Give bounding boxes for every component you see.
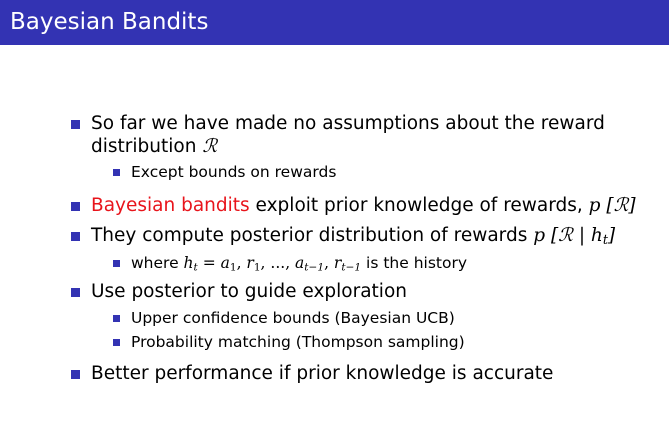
sub-bullet-text: Probability matching (Thompson sampling) <box>131 333 465 351</box>
square-bullet-icon <box>71 232 80 241</box>
square-bullet-icon <box>113 339 120 346</box>
square-bullet-icon <box>113 260 120 267</box>
reward-symbol: ℛ <box>202 136 218 157</box>
bullet-text: So far we have made no assumptions about… <box>91 113 605 134</box>
sub-bullet-thompson: Probability matching (Thompson sampling) <box>113 332 465 352</box>
slide-title: Bayesian Bandits <box>10 9 209 35</box>
bullet-text: Use posterior to guide exploration <box>91 281 407 302</box>
bullet-bayesian-bandits: Bayesian bandits exploit prior knowledge… <box>71 194 636 218</box>
bullet-exploration: Use posterior to guide exploration <box>71 280 407 304</box>
slide: Bayesian Bandits So far we have made no … <box>0 0 669 428</box>
sub-bullet-ucb: Upper confidence bounds (Bayesian UCB) <box>113 308 455 328</box>
math-posterior: p [ℛ | ht] <box>533 225 616 248</box>
sub-bullet-history: where ht = a1, r1, ..., at−1, rt−1 is th… <box>113 253 467 274</box>
bullet-posterior: They compute posterior distribution of r… <box>71 224 616 248</box>
square-bullet-icon <box>71 120 80 129</box>
highlight-text: Bayesian bandits <box>91 195 250 216</box>
square-bullet-icon <box>71 288 80 297</box>
bullet-no-assumptions: So far we have made no assumptions about… <box>71 112 605 136</box>
bullet-text: distribution <box>91 136 203 157</box>
bullet-no-assumptions-cont: distribution ℛ <box>91 135 217 159</box>
title-bar: Bayesian Bandits <box>0 0 669 45</box>
math-prior: p [ℛ] <box>588 195 636 216</box>
sub-bullet-text: Upper confidence bounds (Bayesian UCB) <box>131 309 455 327</box>
bullet-text: Better performance if prior knowledge is… <box>91 363 554 384</box>
bullet-text: exploit prior knowledge of rewards, <box>249 195 589 216</box>
square-bullet-icon <box>71 370 80 379</box>
math-history: ht = a1, r1, ..., at−1, rt−1 <box>183 254 362 274</box>
square-bullet-icon <box>113 169 120 176</box>
square-bullet-icon <box>113 315 120 322</box>
sub-bullet-text: Except bounds on rewards <box>131 163 337 181</box>
bullet-text: They compute posterior distribution of r… <box>91 225 534 246</box>
sub-bullet-bounds: Except bounds on rewards <box>113 162 337 182</box>
square-bullet-icon <box>71 202 80 211</box>
bullet-performance: Better performance if prior knowledge is… <box>71 362 554 386</box>
